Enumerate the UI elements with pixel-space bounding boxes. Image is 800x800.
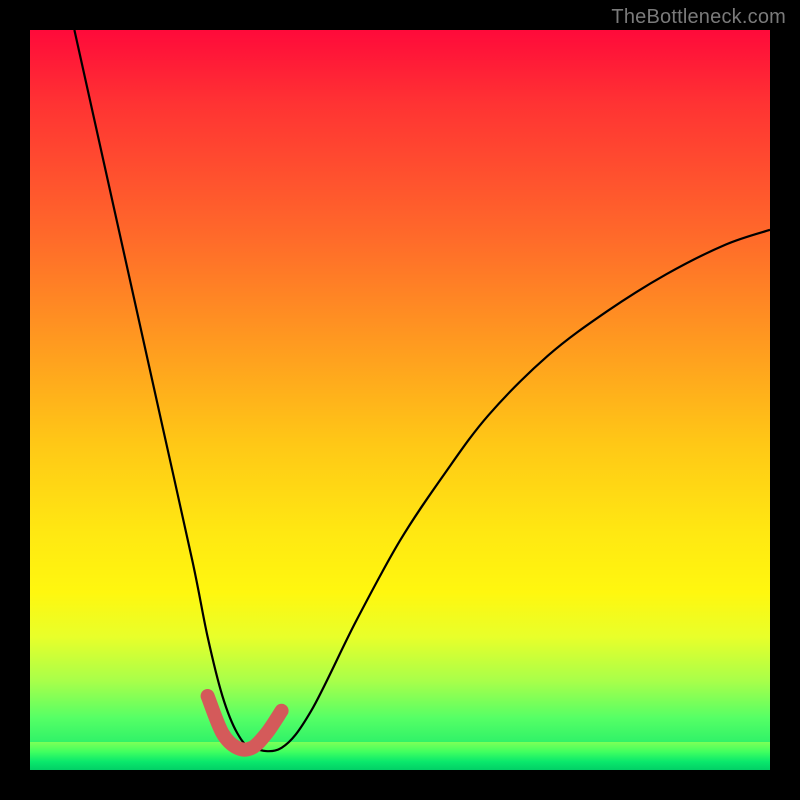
watermark-text: TheBottleneck.com xyxy=(611,6,786,29)
highlight-segment xyxy=(208,696,282,750)
chart-svg xyxy=(30,30,770,770)
chart-plot-area xyxy=(30,30,770,770)
main-curve xyxy=(74,30,770,751)
